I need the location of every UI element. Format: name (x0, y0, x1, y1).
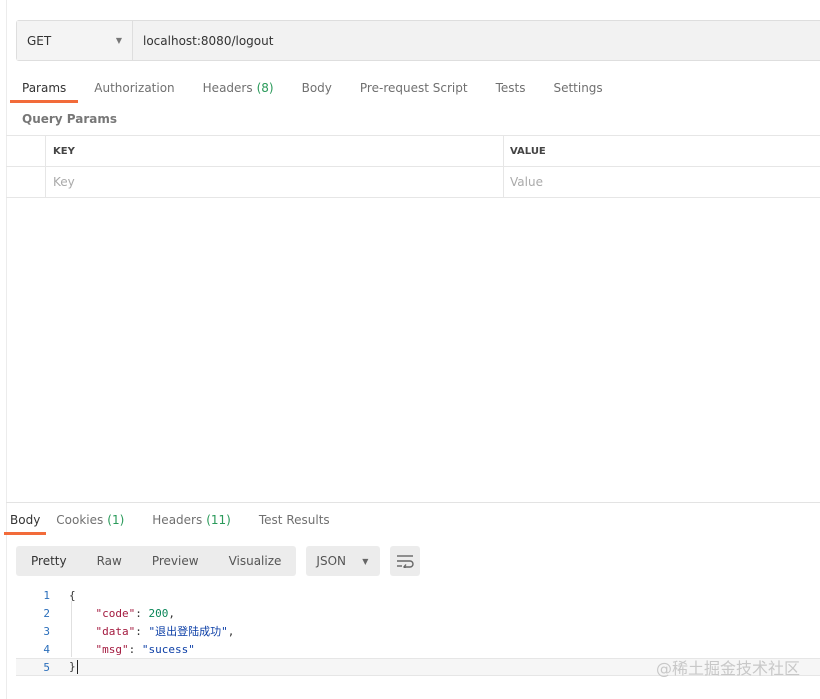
format-preview-button[interactable]: Preview (137, 546, 214, 576)
format-pretty-button[interactable]: Pretty (16, 546, 82, 576)
url-bar: GET ▼ localhost:8080/logout (16, 20, 820, 61)
json-value: "退出登陆成功" (148, 625, 228, 638)
query-params-table: KEY VALUE Key Value (6, 135, 820, 198)
row-checkbox[interactable] (6, 167, 46, 197)
table-header-row: KEY VALUE (6, 136, 820, 167)
tab-tests[interactable]: Tests (484, 73, 538, 103)
wrap-lines-icon (397, 555, 415, 568)
code-text: "msg": "sucess" (95, 642, 195, 656)
text-cursor (76, 660, 78, 674)
code-line: 1 { (16, 586, 820, 604)
language-label: JSON (316, 554, 346, 568)
response-tabs: Body Cookies (1) Headers (11) Test Results (4, 505, 346, 535)
query-params-title: Query Params (22, 112, 118, 126)
json-key: "msg" (95, 642, 129, 656)
format-group: Pretty Raw Preview Visualize (16, 546, 297, 576)
json-value: "sucess" (141, 642, 195, 656)
tab-pre-request-script[interactable]: Pre-request Script (348, 73, 480, 103)
json-value: 200 (148, 606, 169, 620)
tab-params[interactable]: Params (10, 73, 79, 103)
pane-divider[interactable] (6, 502, 820, 503)
tab-authorization[interactable]: Authorization (82, 73, 186, 103)
method-select[interactable]: GET ▼ (17, 21, 133, 60)
tab-test-results[interactable]: Test Results (247, 505, 342, 535)
chevron-down-icon: ▼ (115, 36, 122, 45)
checkbox-column (6, 136, 46, 166)
cookies-count: (1) (107, 513, 125, 527)
url-input[interactable]: localhost:8080/logout (133, 21, 820, 60)
json-key: "code" (95, 606, 136, 620)
tab-response-headers[interactable]: Headers (11) (140, 505, 243, 535)
code-text: "data": "退出登陆成功", (95, 625, 235, 638)
watermark: @稀土掘金技术社区 (655, 659, 800, 678)
value-input[interactable]: Value (504, 167, 820, 197)
tab-response-body[interactable]: Body (4, 505, 47, 535)
left-border (6, 0, 7, 699)
code-line: 3 "data": "退出登陆成功", (16, 622, 820, 640)
response-headers-count: (11) (206, 513, 231, 527)
json-key: "data" (95, 625, 136, 638)
line-number: 1 (43, 588, 50, 602)
code-text: } (69, 660, 78, 674)
method-label: GET (27, 33, 52, 48)
request-tabs: Params Authorization Headers (8) Body Pre… (10, 73, 619, 103)
value-header: VALUE (510, 145, 546, 157)
tab-settings[interactable]: Settings (541, 73, 614, 103)
headers-count: (8) (256, 81, 274, 95)
line-number: 3 (43, 624, 50, 638)
chevron-down-icon: ▼ (362, 556, 369, 566)
key-input[interactable]: Key (46, 167, 504, 197)
code-line: 2 "code": 200, (16, 604, 820, 622)
format-visualize-button[interactable]: Visualize (214, 546, 297, 576)
tab-headers[interactable]: Headers (8) (191, 73, 286, 103)
code-text: "code": 200, (95, 606, 176, 620)
tab-body[interactable]: Body (290, 73, 344, 103)
code-text: { (69, 588, 76, 602)
line-number: 5 (43, 660, 50, 674)
language-select[interactable]: JSON ▼ (306, 546, 381, 576)
wrap-lines-button[interactable] (390, 546, 421, 576)
key-header: KEY (46, 136, 504, 166)
tab-cookies[interactable]: Cookies (1) (50, 505, 136, 535)
line-number: 2 (43, 606, 50, 620)
format-raw-button[interactable]: Raw (82, 546, 137, 576)
response-toolbar: Pretty Raw Preview Visualize JSON ▼ (16, 546, 421, 576)
table-row: Key Value (6, 167, 820, 198)
line-number: 4 (43, 642, 50, 656)
